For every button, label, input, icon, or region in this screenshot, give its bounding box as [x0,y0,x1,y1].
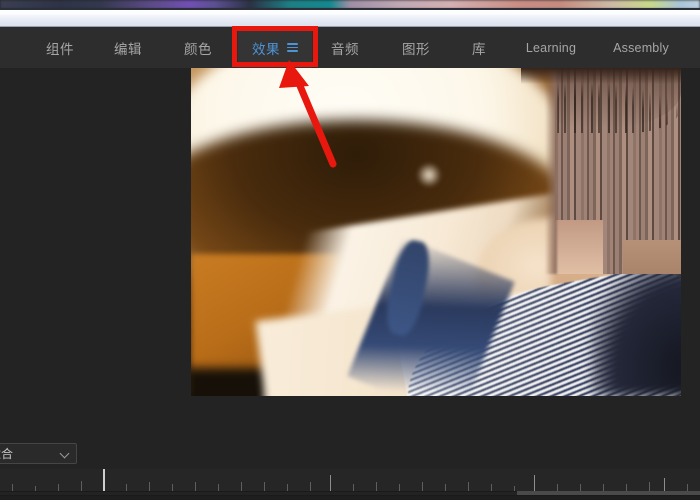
menu-item-audio[interactable]: 音频 [317,27,373,68]
streak-effect-edge [545,69,557,274]
ruler-tick [422,482,423,491]
hamburger-menu-icon[interactable] [287,43,298,52]
menu-item-color[interactable]: 颜色 [170,27,226,68]
menu-item-label: Assembly [613,40,669,55]
zoom-level-value: 适合 [0,447,14,461]
ruler-tick [241,482,242,491]
zoom-level-select[interactable]: 适合 [0,443,77,464]
menu-item-assembly[interactable]: Assembly [600,27,682,68]
ruler-tick [126,484,127,491]
ruler-tick [12,484,13,491]
streak-effect-notch [555,220,603,274]
ruler-tick [264,482,265,491]
menu-item-label: Learning [525,40,577,55]
video-preview[interactable] [191,68,681,396]
menu-item-graphics[interactable]: 图形 [388,27,444,68]
ruler-tick [664,478,665,491]
menu-item-learning[interactable]: Learning [512,27,590,68]
ruler-tick [353,484,354,491]
ruler-tick [468,482,469,491]
bottom-footer [0,496,700,500]
ruler-tick [58,484,59,491]
menu-item-label: 库 [472,41,486,57]
application-window: 组件 编辑 颜色 效果 音频 图形 库 Learning Assembly 合 [0,0,700,500]
ruler-tick [172,484,173,491]
workspace-menubar: 组件 编辑 颜色 效果 音频 图形 库 Learning Assembly [0,27,700,69]
menu-item-label: 组件 [46,41,74,57]
ruler-tick [445,484,446,491]
menu-item-label: 图形 [402,41,430,57]
timeline-playhead[interactable] [103,469,105,491]
ruler-tick [35,486,36,491]
ruler-tick [287,484,288,491]
ruler-tick [626,484,627,491]
ruler-tick [557,484,558,491]
menu-item-library[interactable]: 库 [458,27,500,68]
browser-chrome-highlight [0,10,700,15]
menu-item-label: 编辑 [114,41,142,57]
timeline-ruler[interactable] [0,469,700,492]
ruler-tick [580,484,581,491]
ruler-tick [399,484,400,491]
editor-canvas-area [0,68,700,439]
ruler-tick [81,481,82,491]
ruler-tick [687,484,688,491]
ruler-tick [218,484,219,491]
ruler-tick [330,475,331,491]
menu-item-label: 效果 [252,41,280,57]
ruler-tick [491,484,492,491]
ruler-tick [195,482,196,491]
ruler-tick [310,482,311,491]
ruler-tick [376,482,377,491]
ruler-tick [149,482,150,491]
menu-item-edit[interactable]: 编辑 [100,27,156,68]
preview-highlight-dot [416,163,442,187]
preview-top-shade [521,68,681,84]
menu-item-components[interactable]: 组件 [32,27,88,68]
menu-item-label: 音频 [331,41,359,57]
chevron-down-icon [61,449,70,458]
bottom-toolbar: 适合 [0,439,700,500]
menu-item-label: 颜色 [184,41,212,57]
ruler-tick [534,475,535,491]
ruler-tick [603,484,604,491]
ruler-tick [649,482,650,491]
ruler-tick [514,486,515,491]
streak-effect-notch-2 [623,240,681,274]
menu-item-effects[interactable]: 效果 [238,27,312,68]
